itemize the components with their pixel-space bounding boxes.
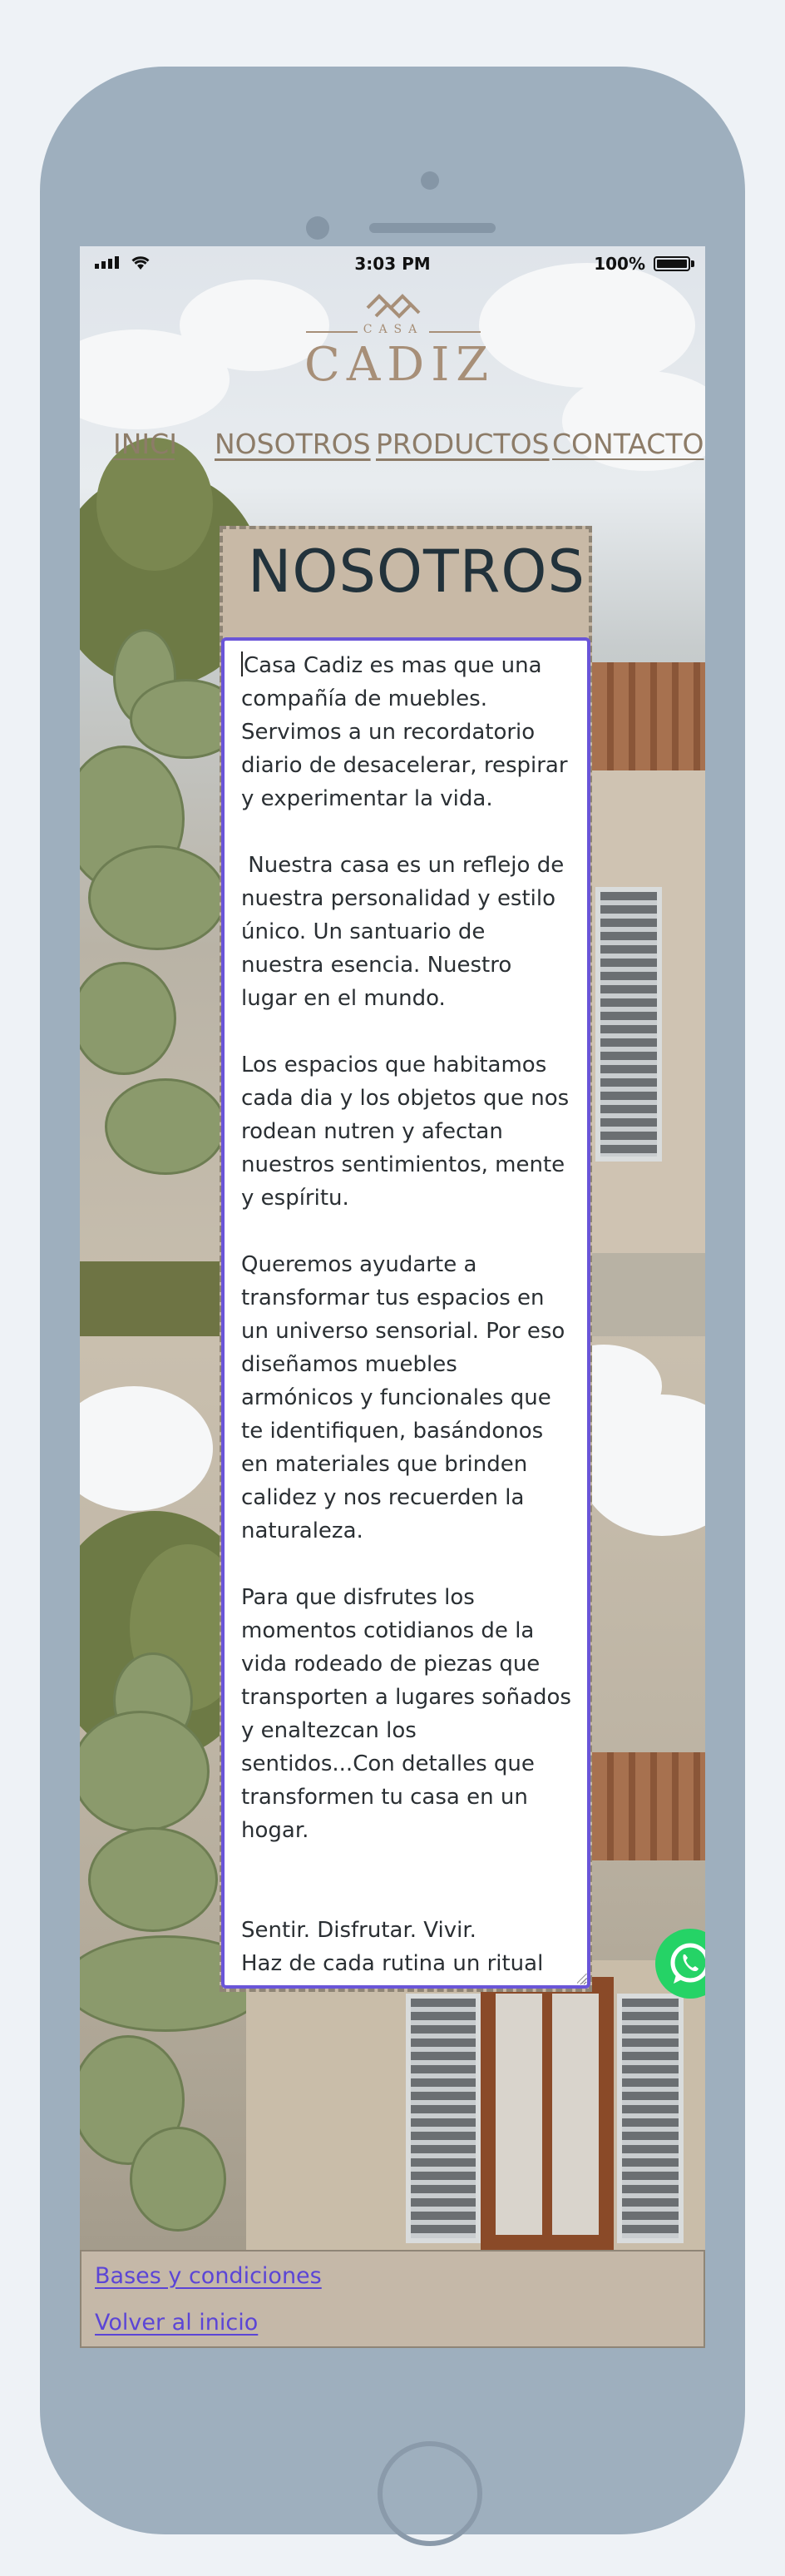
home-button[interactable] xyxy=(378,2441,482,2546)
logo-rule-right xyxy=(429,331,481,333)
nav-inicio[interactable]: INICIO xyxy=(113,428,175,460)
whatsapp-icon xyxy=(670,1943,705,1984)
back-home-link[interactable]: Volver al inicio xyxy=(95,2310,258,2336)
terms-link[interactable]: Bases y condiciones xyxy=(95,2263,322,2289)
text-caret xyxy=(241,651,243,676)
logo-casa: CASA xyxy=(363,323,424,336)
camera-dot xyxy=(421,171,439,190)
main-nav: INICIO NOSOTROS PRODUCTOS CONTACTO xyxy=(80,428,705,468)
logo-mark-icon xyxy=(366,294,421,319)
front-sensor xyxy=(306,216,329,240)
site-footer: Bases y condiciones Volver al inicio xyxy=(80,2250,705,2348)
phone-screen: 3:03 PM 100% CASA CADIZ INICIO NOSOTROS … xyxy=(80,246,705,2348)
battery-tip xyxy=(691,260,694,267)
about-title: NOSOTROS xyxy=(248,537,585,606)
earpiece-speaker xyxy=(369,223,496,233)
battery-percent: 100% xyxy=(594,254,645,274)
textarea-resize-handle[interactable] xyxy=(577,1974,587,1984)
about-textarea[interactable]: Casa Cadiz es mas que una compañía de mu… xyxy=(221,637,590,1989)
brand-logo[interactable]: CASA CADIZ xyxy=(304,290,496,394)
nav-contacto[interactable]: CONTACTO xyxy=(552,428,705,460)
status-bar: 3:03 PM 100% xyxy=(80,246,705,280)
logo-cadiz: CADIZ xyxy=(304,338,496,392)
about-text: Casa Cadiz es mas que una compañía de mu… xyxy=(241,653,571,1976)
nav-productos[interactable]: PRODUCTOS xyxy=(376,428,550,460)
nav-nosotros[interactable]: NOSOTROS xyxy=(215,428,371,460)
battery-icon xyxy=(654,256,690,271)
